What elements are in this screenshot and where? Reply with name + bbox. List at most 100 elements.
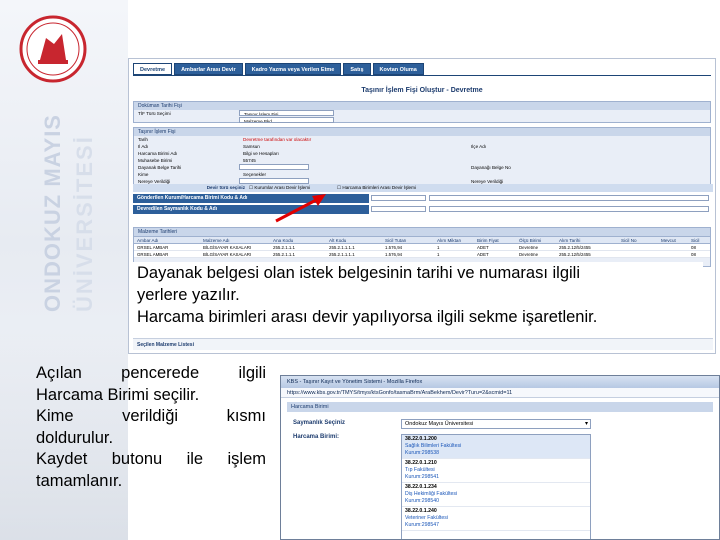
table-cell: 255.2.1.1.1.1 — [329, 245, 355, 250]
table-cell: 08 — [691, 252, 696, 257]
popup-title-bar: KBS - Taşınır Kayıt ve Yönetim Sistemi -… — [281, 376, 719, 388]
field-label: Il Adı — [138, 144, 149, 149]
tab-kovtan-oluma[interactable]: Kovtan Oluma — [372, 63, 424, 75]
popup-section-heading: Harcama Birimi — [287, 402, 713, 412]
column-header: Sicil Tutarı — [385, 238, 407, 243]
fis-info-heading: Taşınır İşlem Fişi — [134, 128, 710, 136]
column-header: Ölçü Birimi — [519, 238, 542, 243]
table-cell: GRSEL AMBAR — [137, 252, 169, 257]
item-code: 38.22.0.1.240 — [405, 508, 437, 514]
table-cell: 255.2.1.1.1 — [273, 252, 295, 257]
malzeme-field[interactable]: Malzeme Bkd — [239, 117, 334, 123]
tif-type-select[interactable]: Taşınır İşlem Fişi — [239, 110, 334, 116]
table-cell: Devretme — [519, 245, 539, 250]
instruction-text: Açılan pencerede ilgili Harcama Birimi s… — [36, 363, 266, 492]
item-kurum: Kurum:298540 — [405, 498, 440, 504]
table-cell: Devretme — [519, 252, 539, 257]
table-cell: 255.2.12/5/2455 — [559, 245, 591, 250]
dayanak-tarih-input[interactable] — [239, 164, 309, 170]
malzeme-table-section: Malzeme Tarihleri Ambar Adı Malzeme Adı … — [133, 227, 711, 267]
item-name: Sağlık Bilimleri Fakültesi — [405, 443, 462, 449]
list-item[interactable]: 38.22.0.1.200 Sağlık Bilimleri Fakültesi… — [402, 435, 590, 459]
form-title: Taşınır İşlem Fişi Oluştur - Devretme — [361, 87, 483, 94]
item-kurum: Kurum:298541 — [405, 474, 440, 480]
item-name: Diş Hekimliği Fakültesi — [405, 491, 458, 497]
devir-option-kurumlar[interactable]: ☐ Kurumlar Arası Devir İşlemi — [245, 184, 333, 192]
kurum-code-input[interactable] — [371, 195, 426, 201]
table-cell: 1.576,94 — [385, 245, 403, 250]
university-vertical-name-2: ÜNİVERSİTESİ — [72, 135, 97, 312]
column-header: Alım Miktarı — [437, 238, 462, 243]
column-header: Ana Kodu — [273, 238, 294, 243]
field-value: Samsun — [243, 144, 260, 149]
item-kurum: Kurum:298547 — [405, 522, 440, 528]
devredilen-saymanlik-bar: Devredilen Saymanlık Kodu & Adı — [133, 205, 369, 214]
field-label: Muhasebe Birimi — [138, 158, 173, 163]
harcama-birimi-popup: KBS - Taşınır Kayıt ve Yönetim Sistemi -… — [280, 375, 720, 540]
instruction-line: tamamlanır. — [36, 471, 123, 490]
table-cell: 1.576,94 — [385, 252, 403, 257]
popup-url-bar[interactable]: https://www.kbs.gov.tr/TMYS/tmys/ktsGonf… — [281, 388, 719, 398]
table-row[interactable]: GRSEL AMBAR BİLGİSAYAR KASALARI 255.2.1.… — [134, 251, 710, 258]
devir-option-harcama[interactable]: ☐ Harcama Birimleri Arası Devir İşlemi — [333, 184, 463, 192]
table-cell: 255.2.1.1.1.1 — [329, 252, 355, 257]
instruction-line: Kime verildiği kısmı — [36, 407, 266, 425]
table-row[interactable]: GRSEL AMBAR BİLGİSAYAR KASALARI 255.2.1.… — [134, 244, 710, 251]
gonderilen-kurum-bar: Gönderilen Kurum/Harcama Birimi Kodu & A… — [133, 194, 369, 203]
fis-info-section: Taşınır İşlem Fişi Tarih Devretme tarafın… — [133, 127, 711, 191]
selected-items-strip: Seçilen Malzeme Listesi — [133, 338, 713, 350]
table-cell: 1 — [437, 245, 440, 250]
tab-ambarlar-arasi-devir[interactable]: Ambarlar Arası Devir — [174, 63, 243, 75]
kurum-name-input[interactable] — [429, 195, 709, 201]
field-value: Devretme tarafından var olacaktır — [243, 137, 312, 142]
list-item[interactable]: 38.22.0.1.210 Tıp Fakültesi Kurum:298541 — [402, 459, 590, 483]
table-cell: 08 — [691, 245, 696, 250]
saymanlik-name-input[interactable] — [429, 206, 709, 212]
instruction-line: Kaydet butonu ile işlem — [36, 450, 266, 468]
devir-type-row: Devir türü seçiniz ☐ Kurumlar Arası Devi… — [133, 184, 713, 192]
field-value: 55745 — [243, 158, 256, 163]
table-cell: BİLGİSAYAR KASALARI — [203, 252, 252, 257]
item-code: 38.22.0.1.200 — [405, 436, 437, 442]
tab-devretme[interactable]: Devretme — [133, 63, 173, 75]
column-header: Mevcut — [661, 238, 676, 243]
table-cell: 255.2.12/5/2455 — [559, 252, 591, 257]
column-header: Birim Fiyat — [477, 238, 499, 243]
item-name: Tıp Fakültesi — [405, 467, 435, 473]
instruction-line: Açılan pencerede ilgili — [36, 364, 266, 382]
harcama-birimi-list[interactable]: 38.22.0.1.200 Sağlık Bilimleri Fakültesi… — [401, 434, 591, 539]
tab-kadro-yazma[interactable]: Kadro Yazma veya Verilen Etme — [244, 63, 342, 75]
saymanlik-selected-value: Ondokuz Mayıs Üniversitesi — [405, 421, 474, 427]
saymanlik-code-input[interactable] — [371, 206, 426, 212]
devir-type-label: Devir türü seçiniz — [206, 185, 245, 190]
table-cell: 1 — [437, 252, 440, 257]
table-cell — [658, 244, 688, 250]
field-value: Bilgi ve Hesapları — [243, 151, 279, 156]
column-header: Alım Tarihi — [559, 238, 581, 243]
table-cell: BİLGİSAYAR KASALARI — [203, 245, 252, 250]
field-label: Dayanak Belge Tarihi — [138, 165, 182, 170]
table-cell: GRSEL AMBAR — [137, 245, 169, 250]
column-header: Ambar Adı — [137, 238, 159, 243]
instruction-line: Harcama Birimi seçilir. — [36, 385, 200, 404]
chevron-down-icon: ▾ — [584, 421, 588, 427]
field-label: Harcama Birimi Adı — [138, 151, 178, 156]
item-name: Veteriner Fakültesi — [405, 515, 448, 521]
note-line-3: Harcama birimleri arası devir yapılıyors… — [137, 308, 598, 326]
field-label: Dayanağı Belge No — [471, 165, 511, 170]
kime-field[interactable]: Seçenekler — [239, 171, 379, 178]
tab-satis[interactable]: Satış — [343, 63, 371, 75]
instruction-line: doldurulur. — [36, 428, 114, 447]
list-item[interactable]: 38.22.0.1.234 Diş Hekimliği Fakültesi Ku… — [402, 483, 590, 507]
saymanlik-select[interactable]: Ondokuz Mayıs Üniversitesi ▾ — [401, 419, 591, 429]
note-line-2: yerlere yazılır. — [137, 286, 240, 304]
devir-option-label: Harcama Birimleri Arası Devir İşlemi — [342, 185, 416, 190]
list-item[interactable]: 38.22.0.1.240 Veteriner Fakültesi Kurum:… — [402, 507, 590, 531]
item-code: 38.22.0.1.210 — [405, 460, 437, 466]
field-label: Kime — [138, 172, 149, 177]
doc-info-heading: Doküman Tarihi Fişi — [134, 102, 710, 110]
field-label: TİF Türü Seçimi — [138, 111, 171, 116]
table-cell: ADET — [477, 245, 489, 250]
column-header: Sicil — [691, 238, 700, 243]
malzeme-table-heading: Malzeme Tarihleri — [134, 228, 710, 236]
